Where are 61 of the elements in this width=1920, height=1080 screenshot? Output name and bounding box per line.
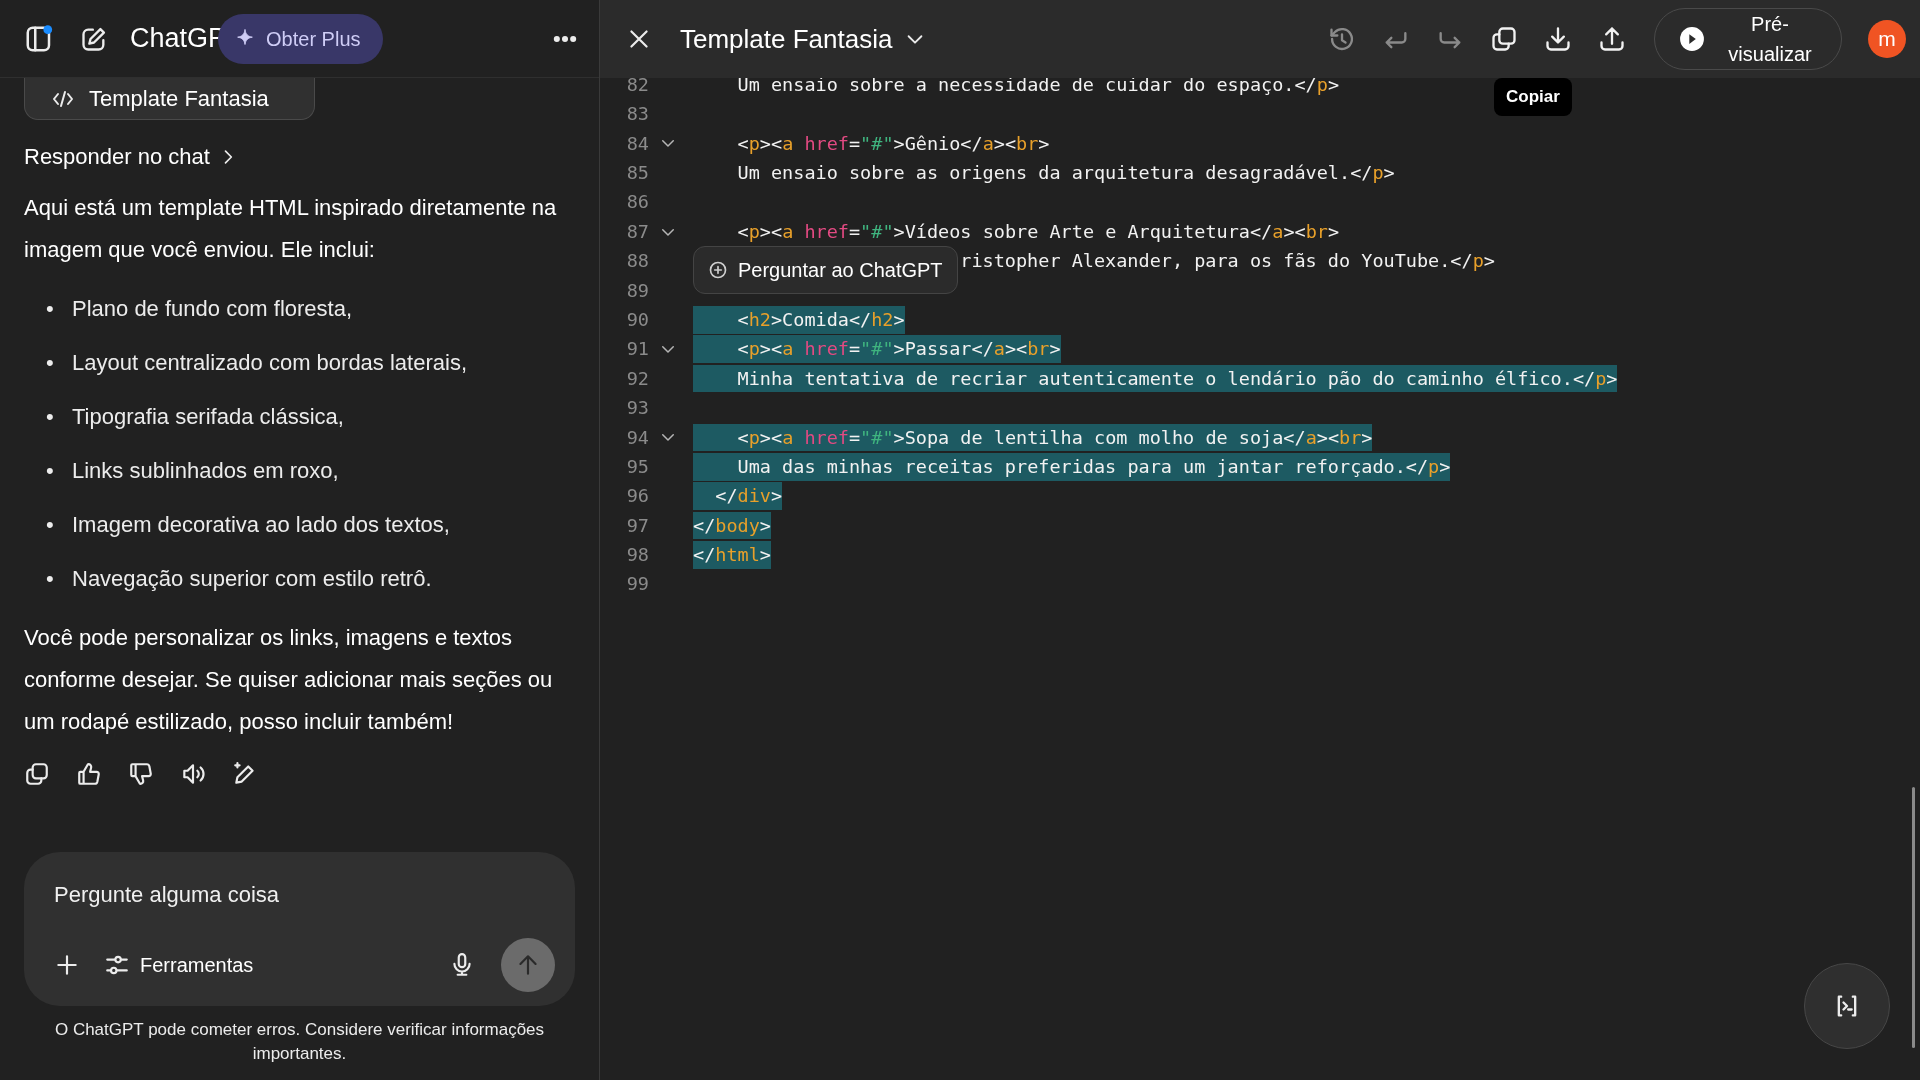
bullet-marker: • (46, 294, 55, 323)
line-number: 89 (625, 278, 649, 303)
tooltip: Copiar (1494, 78, 1572, 116)
download-icon[interactable] (1544, 25, 1572, 53)
tools-button[interactable]: Ferramentas (104, 950, 254, 980)
copy-icon[interactable] (1490, 25, 1518, 53)
line-number: 95 (625, 454, 649, 479)
line-number: 84 (625, 131, 649, 156)
share-icon[interactable] (1598, 25, 1626, 53)
speaker-icon[interactable] (180, 761, 206, 787)
code-line: ristopher Alexander, para os fãs do YouTube.</p> (960, 249, 1495, 274)
bullet-item: Imagem decorativa ao lado dos textos, (72, 510, 450, 539)
message-paragraph: Aqui está um template HTML inspirado diretamente na imagem que você enviou. Ele inclui: (24, 194, 558, 264)
bullet-item: Layout centralizado com bordas laterais, (72, 348, 467, 377)
line-number: 88 (625, 249, 649, 274)
scrollbar-thumb[interactable] (1912, 787, 1915, 1048)
preview-button[interactable]: Pré-visualizar (1654, 8, 1842, 70)
bullet-marker: • (46, 456, 55, 485)
code-line: Um ensaio sobre a necessidade de cuidar do espaço.</p> (736, 72, 1339, 97)
copy-icon[interactable] (24, 761, 50, 787)
bullet-marker: • (46, 510, 55, 539)
message-input[interactable]: Pergunte alguma coisa (54, 874, 555, 915)
bullet-item: Links sublinhados em roxo, (72, 456, 339, 485)
line-number: 96 (625, 484, 649, 509)
play-icon (1679, 26, 1705, 52)
send-button[interactable] (501, 938, 555, 992)
line-number: 93 (625, 396, 649, 421)
code-line: Um ensaio sobre as origens da arquitetura desagradável.</p> (736, 161, 1395, 185)
line-number: 83 (625, 102, 649, 127)
ask-popup-button[interactable]: Perguntar ao ChatGPT (693, 246, 958, 294)
sidebar-icon[interactable] (24, 23, 54, 54)
code-line: <p><a href="#">Gênio</a><br> (736, 131, 1050, 156)
artifact-title: Template Fantasia (89, 85, 269, 113)
line-number: 99 (625, 572, 649, 597)
bullet-item: Navegação superior com estilo retrô. (72, 564, 432, 593)
editor-title: Template Fantasia (680, 22, 893, 56)
artifact-card[interactable]: Template Fantasia (24, 78, 315, 120)
bullet-item: Tipografia serifada clássica, (72, 402, 344, 431)
line-number: 90 (625, 307, 649, 332)
line-number: 87 (625, 219, 649, 244)
line-number: 94 (625, 425, 649, 450)
line-number: 86 (625, 190, 649, 215)
thumbs-up-icon[interactable] (76, 761, 102, 787)
line-number: 92 (625, 366, 649, 391)
line-number: 97 (625, 513, 649, 538)
line-number: 98 (625, 543, 649, 568)
reply-link[interactable]: Responder no chat (24, 140, 575, 173)
line-number: 85 (625, 161, 649, 185)
line-number: 82 (625, 72, 649, 97)
user-avatar[interactable]: m (1868, 20, 1906, 58)
disclaimer-text: O ChatGPT pode cometer erros. Considere verificar informações importantes. (53, 1019, 546, 1065)
line-number: 91 (625, 337, 649, 362)
code-line: <p><a href="#">Vídeos sobre Arte e Arquitetura</a><br> (736, 219, 1340, 244)
bullet-marker: • (46, 564, 55, 593)
thumbs-down-icon[interactable] (128, 761, 154, 787)
plus-circle-icon (708, 260, 728, 280)
bullet-marker: • (46, 348, 55, 377)
bullet-item: Plano de fundo com floresta, (72, 294, 353, 323)
bullet-marker: • (46, 402, 55, 431)
message-paragraph: Você pode personalizar os links, imagens e textos conforme desejar. Se quiser adicionar mais seções ou um rodapé estilizado, posso incluir também! (24, 624, 554, 736)
plus-icon[interactable] (54, 952, 80, 978)
